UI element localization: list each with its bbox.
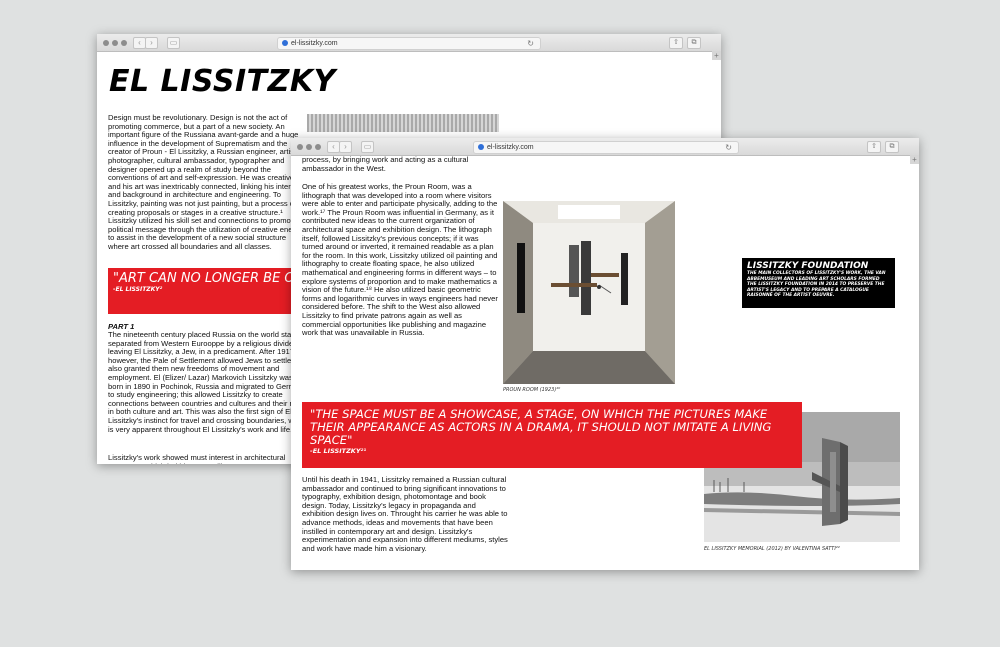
browser-toolbar: ‹ › ▭ el-lissitzky.com ↻ ⇧ ⧉: [97, 34, 721, 52]
foundation-box: LISSITZKY FOUNDATION THE MAIN COLLECTORS…: [742, 258, 895, 308]
quote-attribution: -EL LISSITZKY²¹: [310, 447, 367, 455]
share-icon[interactable]: ⇧: [669, 37, 683, 49]
header-image: [307, 114, 499, 132]
reload-icon[interactable]: ↻: [527, 38, 534, 49]
url-text: el-lissitzky.com: [291, 40, 338, 47]
share-icon[interactable]: ⇧: [867, 141, 881, 153]
reload-icon[interactable]: ↻: [725, 142, 732, 153]
zoom-window-button[interactable]: [315, 144, 321, 150]
intro-paragraph: Design must be revolutionary. Design is …: [108, 113, 305, 251]
browser-window-front: ‹ › ▭ el-lissitzky.com ↻ ⇧ ⧉ + process, …: [291, 138, 919, 570]
foundation-heading: LISSITZKY FOUNDATION: [747, 261, 869, 271]
proun-paragraph: One of his greatest works, the Proun Roo…: [302, 182, 498, 338]
sidebar-toggle-icon[interactable]: ▭: [361, 141, 374, 153]
forward-button[interactable]: ›: [145, 37, 158, 49]
browser-toolbar: ‹ › ▭ el-lissitzky.com ↻ ⇧ ⧉: [291, 138, 919, 156]
minimize-window-button[interactable]: [112, 40, 118, 46]
address-bar[interactable]: el-lissitzky.com ↻: [277, 37, 541, 50]
address-bar[interactable]: el-lissitzky.com ↻: [473, 141, 739, 154]
quote-text: "THE SPACE MUST BE A SHOWCASE, A STAGE, …: [310, 407, 772, 447]
proun-room-illustration: [503, 201, 675, 384]
globe-icon: [282, 40, 288, 46]
minimize-window-button[interactable]: [306, 144, 312, 150]
legacy-paragraph: Until his death in 1941, Lissitzky remai…: [302, 475, 508, 553]
close-window-button[interactable]: [103, 40, 109, 46]
part1-continued: Lissitzky's work showed must interest in…: [108, 453, 286, 464]
foundation-text: THE MAIN COLLECTORS OF LISSITZKY'S WORK,…: [747, 271, 886, 299]
url-text: el-lissitzky.com: [487, 144, 534, 151]
pull-quote: "ART CAN NO LONGER BE ORGANIZER OF THE P…: [108, 268, 453, 314]
forward-button[interactable]: ›: [339, 141, 352, 153]
pull-quote: "THE SPACE MUST BE A SHOWCASE, A STAGE, …: [302, 402, 802, 468]
globe-icon: [478, 144, 484, 150]
zoom-window-button[interactable]: [121, 40, 127, 46]
quote-attribution: -EL LISSITZKY²: [113, 286, 163, 293]
intro-continued: process, by bringing work and acting as …: [302, 156, 469, 173]
tabs-icon[interactable]: ⧉: [885, 141, 899, 153]
proun-room-image: [503, 201, 675, 384]
memorial-caption: EL LISSITZKY MEMORIAL (2012) BY VALENTIN…: [704, 546, 840, 552]
part1-paragraph: The nineteenth century placed Russia on …: [108, 330, 308, 434]
page-title: EL LISSITZKY: [109, 64, 336, 99]
page-content: process, by bringing work and acting as …: [291, 156, 919, 570]
tabs-icon[interactable]: ⧉: [687, 37, 701, 49]
sidebar-toggle-icon[interactable]: ▭: [167, 37, 180, 49]
close-window-button[interactable]: [297, 144, 303, 150]
proun-room-caption: PROUN ROOM (1923)²⁰: [503, 387, 561, 393]
quote-text: "ART CAN NO LONGER BE ORGANIZER OF THE P…: [113, 271, 453, 286]
